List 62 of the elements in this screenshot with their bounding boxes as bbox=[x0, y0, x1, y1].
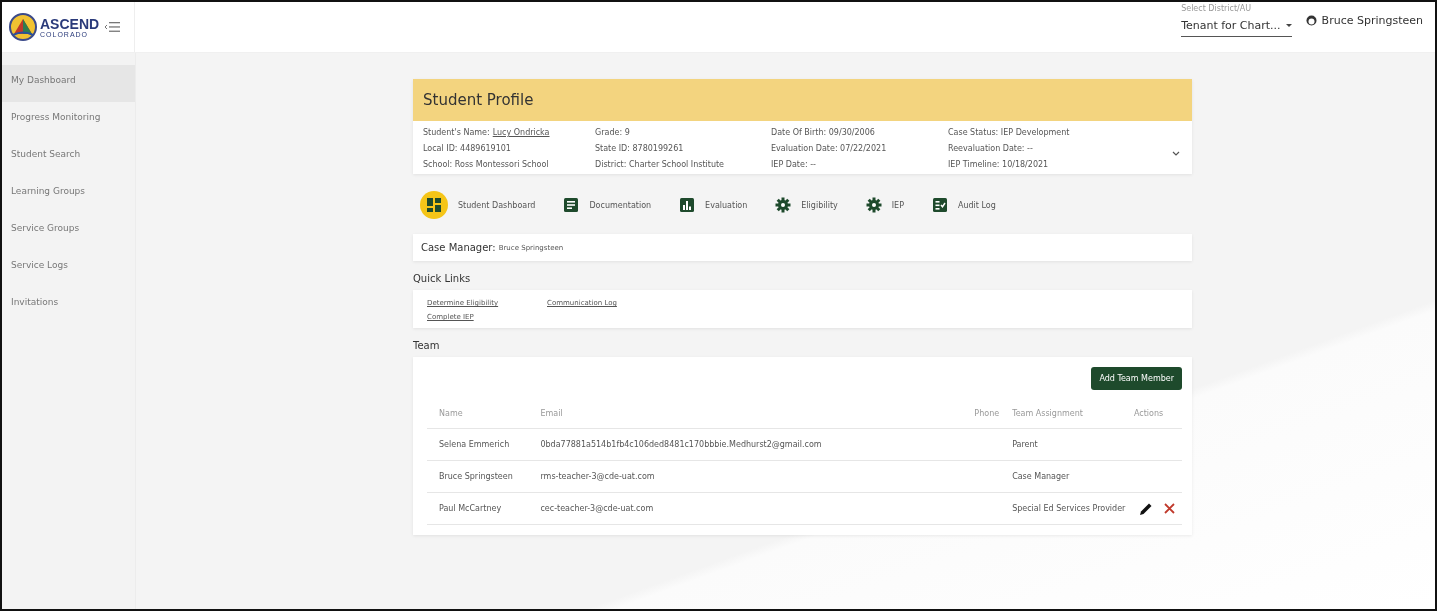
user-menu[interactable]: Bruce Springsteen bbox=[1305, 13, 1423, 27]
student-name-link[interactable]: Lucy Ondricka bbox=[492, 128, 550, 137]
table-cell: Parent bbox=[1011, 428, 1133, 461]
user-avatar-icon bbox=[1305, 14, 1317, 26]
gear-icon bbox=[865, 197, 882, 213]
checklist-icon bbox=[932, 197, 948, 213]
bar-chart-icon bbox=[679, 197, 696, 213]
profile-field: IEP Date: -- bbox=[771, 160, 948, 169]
profile-field: State ID: 8780199261 bbox=[595, 144, 771, 153]
profile-field: Grade: 9 bbox=[595, 128, 771, 137]
gear-icon bbox=[775, 197, 792, 213]
section-title: Team bbox=[413, 340, 441, 351]
sidebar-item[interactable]: Learning Groups bbox=[2, 176, 135, 213]
column-header: Actions bbox=[1133, 398, 1182, 429]
case-manager-label: Case Manager: bbox=[421, 242, 496, 253]
profile-field: Evaluation Date: 07/22/2021 bbox=[771, 144, 948, 153]
add-team-member-button[interactable]: Add Team Member bbox=[1091, 367, 1182, 390]
tab[interactable]: Audit Log bbox=[932, 191, 996, 219]
profile-field: Case Status: IEP Development bbox=[948, 128, 1148, 137]
table-cell: Paul McCartney bbox=[427, 492, 540, 525]
tab[interactable]: Eligibility bbox=[775, 191, 838, 219]
table-cell: Selena Emmerich bbox=[427, 428, 540, 461]
sidebar-item[interactable]: Service Groups bbox=[2, 213, 135, 250]
tab[interactable]: IEP bbox=[865, 191, 904, 219]
tab[interactable]: Evaluation bbox=[679, 191, 748, 219]
sidebar-item[interactable]: Progress Monitoring bbox=[2, 102, 135, 139]
column-header: Name bbox=[427, 398, 540, 429]
table-cell: Bruce Springsteen bbox=[427, 460, 540, 493]
district-select-label: Select District/AU bbox=[1181, 3, 1253, 13]
menu-icon bbox=[104, 20, 121, 34]
column-header: Team Assignment bbox=[1011, 398, 1133, 429]
table-cell: cec-teacher-3@cde-uat.com bbox=[539, 492, 920, 525]
close-icon bbox=[1163, 502, 1176, 515]
table-cell: rms-teacher-3@cde-uat.com bbox=[539, 460, 920, 493]
profile-field: District: Charter School Institute bbox=[595, 160, 771, 169]
section-title: Quick Links bbox=[413, 273, 472, 284]
field-label: Student's Name: bbox=[423, 128, 490, 137]
table-cell: 0bda77881a514b1fb4c106ded8481c170bbbie.Medhurst2@gmail.com bbox=[539, 428, 920, 461]
sidebar-item[interactable]: Invitations bbox=[2, 287, 135, 324]
column-header: Phone bbox=[919, 398, 1012, 429]
profile-header: Student Profile bbox=[413, 79, 1192, 121]
profile-field: Date Of Birth: 09/30/2006 bbox=[771, 128, 948, 137]
tab[interactable]: Documentation bbox=[563, 191, 652, 219]
profile-field: IEP Timeline: 10/18/2021 bbox=[948, 160, 1148, 169]
pencil-icon bbox=[1139, 501, 1153, 516]
table-cell: Special Ed Services Provider bbox=[1011, 492, 1133, 525]
mountain-logo-icon bbox=[9, 13, 37, 41]
chevron-down-icon bbox=[1172, 151, 1180, 156]
sidebar-item[interactable]: Student Search bbox=[2, 139, 135, 176]
document-icon bbox=[563, 197, 580, 213]
district-select[interactable]: Tenant for Chart... bbox=[1181, 12, 1292, 37]
logo-title: ASCEND bbox=[40, 16, 100, 31]
profile-field: School: Ross Montessori School bbox=[423, 160, 595, 169]
tab[interactable]: Student Dashboard bbox=[420, 191, 536, 219]
caret-icon bbox=[1285, 23, 1292, 27]
column-header: Email bbox=[539, 398, 920, 429]
sidebar-item[interactable]: Service Logs bbox=[2, 250, 135, 287]
table-cell: Case Manager bbox=[1011, 460, 1133, 493]
profile-field: Local ID: 4489619101 bbox=[423, 144, 595, 153]
sidebar-item[interactable]: My Dashboard bbox=[2, 65, 135, 102]
profile-field: Reevaluation Date: -- bbox=[948, 144, 1148, 153]
dashboard-icon bbox=[426, 197, 442, 213]
